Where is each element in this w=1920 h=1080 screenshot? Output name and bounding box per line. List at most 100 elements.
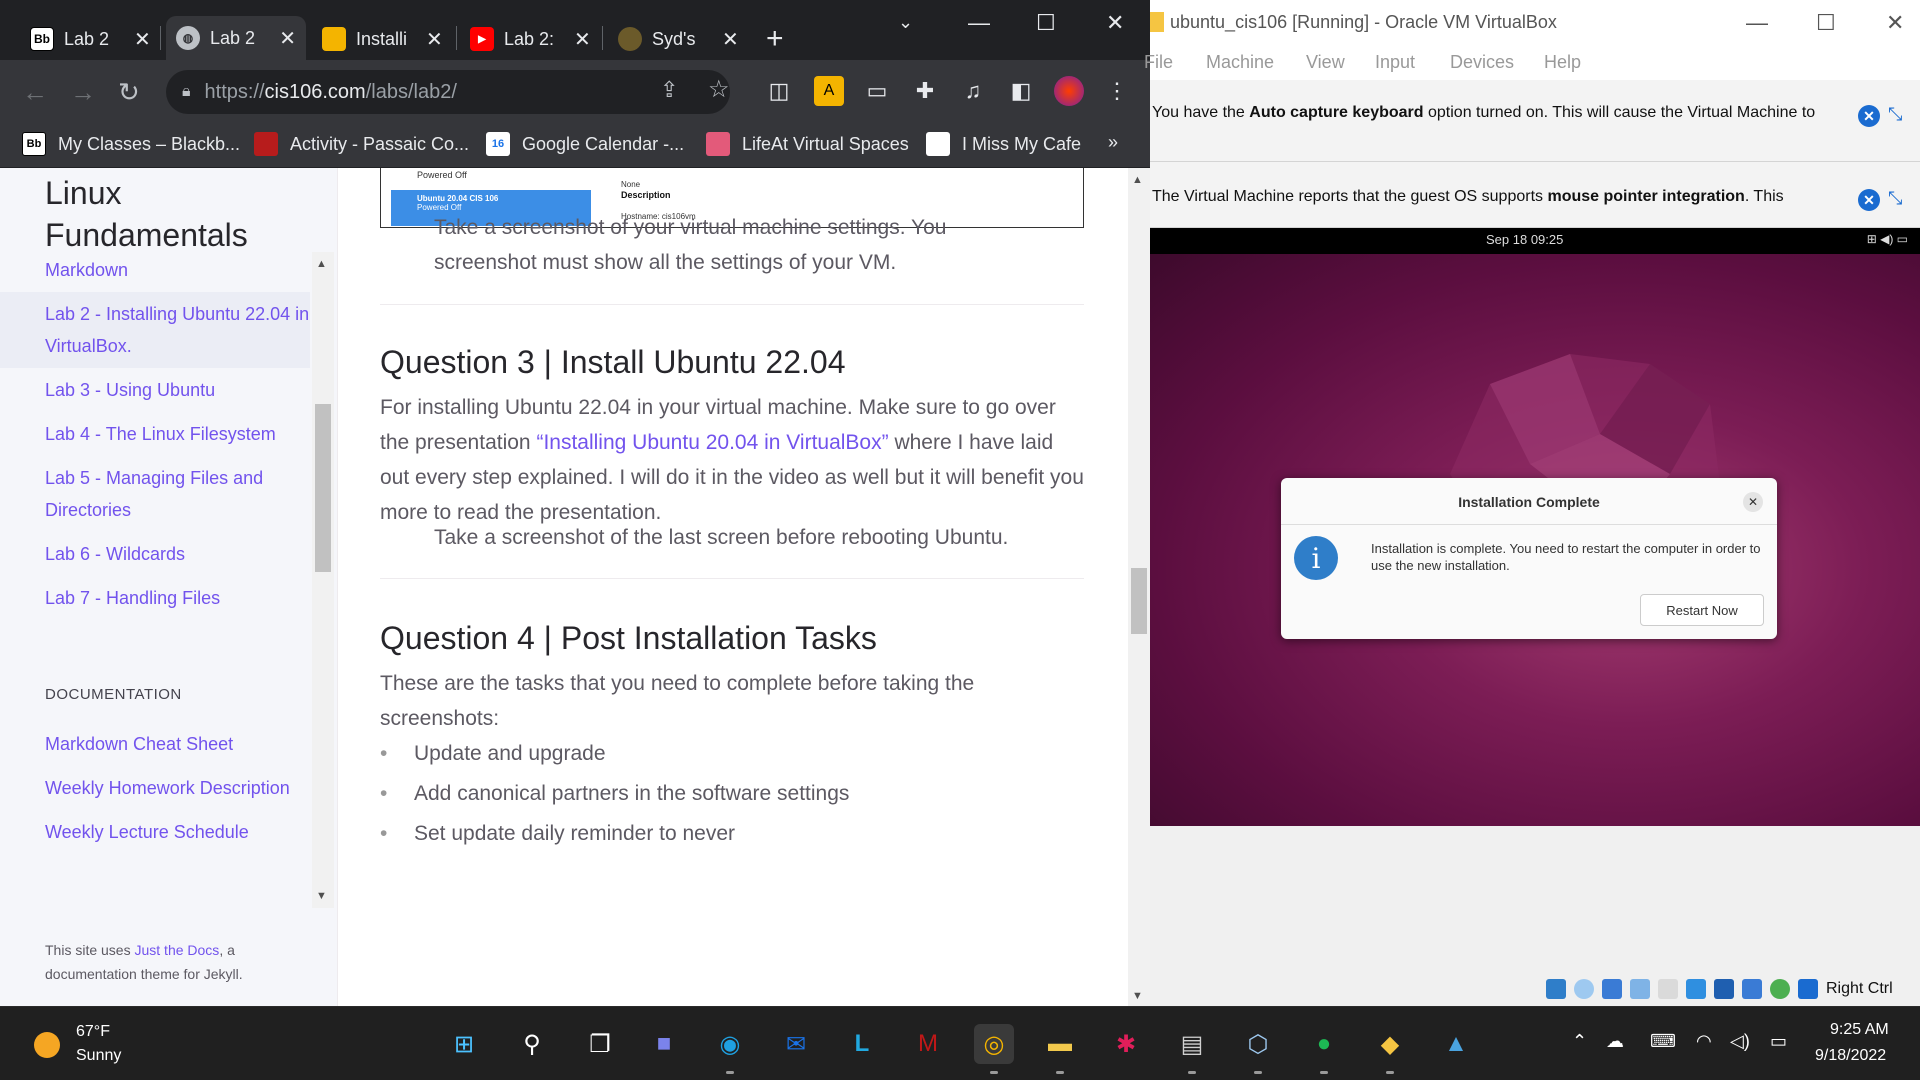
slack-icon[interactable]: ✱ [1106, 1024, 1146, 1064]
nav-item-lab4[interactable]: Lab 4 - The Linux Filesystem [0, 412, 310, 456]
weather-temperature[interactable]: 67°F [76, 1023, 110, 1041]
cast-icon[interactable]: ▭ [862, 76, 892, 106]
menu-devices[interactable]: Devices [1450, 52, 1514, 73]
usb-icon[interactable] [1658, 979, 1678, 999]
bookmarks-overflow-icon[interactable]: » [1108, 132, 1118, 153]
network-icon[interactable] [1630, 979, 1650, 999]
share-icon[interactable]: ⇪ [660, 74, 678, 106]
nav-item-lab7[interactable]: Lab 7 - Handling Files [0, 576, 310, 620]
close-icon[interactable]: ✕ [574, 27, 591, 52]
guest-system-tray[interactable]: ⊞ ◀) ▭ [1867, 232, 1908, 246]
nav-item-lab6[interactable]: Lab 6 - Wildcards [0, 532, 310, 576]
back-icon[interactable]: ← [22, 76, 48, 108]
extensions-icon[interactable]: ✚ [910, 76, 940, 106]
clock-time[interactable]: 9:25 AM [1830, 1021, 1889, 1039]
presentation-link[interactable]: “Installing Ubuntu 20.04 in VirtualBox” [536, 431, 888, 454]
spotify-icon[interactable]: ● [1304, 1024, 1344, 1074]
display-icon[interactable] [1714, 979, 1734, 999]
task-view-icon[interactable]: ❐ [580, 1024, 620, 1064]
search-icon[interactable]: ⚲ [512, 1024, 552, 1064]
mute-notice-icon[interactable]: ⤡ [1888, 188, 1902, 209]
bookmark-star-icon[interactable]: ☆ [708, 74, 730, 106]
lumin-icon[interactable]: L [842, 1024, 882, 1064]
guest-clock[interactable]: Sep 18 09:25 [1486, 232, 1563, 247]
vm-app-icon[interactable]: ◆ [1370, 1024, 1410, 1074]
volume-icon[interactable]: ◁) [1730, 1031, 1750, 1052]
scroll-up-icon[interactable]: ▲ [1132, 174, 1143, 186]
close-notice-icon[interactable]: ✕ [1858, 105, 1880, 127]
close-icon[interactable]: ✕ [134, 27, 151, 52]
site-title[interactable]: Linux Fundamentals [45, 172, 265, 256]
avatar[interactable] [1054, 76, 1084, 106]
media-icon[interactable]: ♫ [958, 76, 988, 106]
edge-icon[interactable]: ◉ [710, 1024, 750, 1074]
bookmark-item[interactable]: 16 Google Calendar -... [486, 132, 684, 156]
keyboard-icon[interactable]: ⌨ [1650, 1031, 1676, 1052]
nav-item-lab5[interactable]: Lab 5 - Managing Files and Directories [0, 456, 310, 532]
file-explorer-icon[interactable]: ▬ [1040, 1024, 1080, 1074]
minimize-icon[interactable]: — [1746, 10, 1768, 36]
notepad-icon[interactable]: ▤ [1172, 1024, 1212, 1074]
recording-icon[interactable] [1742, 979, 1762, 999]
wifi-icon[interactable]: ◠ [1696, 1031, 1712, 1052]
tab-4[interactable]: ▶ Lab 2: ✕ [460, 20, 601, 58]
scrollbar-thumb[interactable] [315, 404, 331, 572]
bookmark-item[interactable]: Bb My Classes – Blackb... [22, 132, 240, 156]
menu-help[interactable]: Help [1544, 52, 1581, 73]
address-bar[interactable]: 🔒︎ https://cis106.com/labs/lab2/ [166, 70, 730, 114]
scrollbar-thumb[interactable] [1131, 568, 1147, 634]
weather-condition[interactable]: Sunny [76, 1047, 121, 1065]
nav-item-markdown[interactable]: Markdown [0, 248, 310, 292]
mail-icon[interactable]: ✉ [776, 1024, 816, 1064]
photos-icon[interactable]: ▲ [1436, 1024, 1476, 1064]
restart-now-button[interactable]: Restart Now [1640, 594, 1764, 626]
guest-display[interactable]: Sep 18 09:25 ⊞ ◀) ▭ Installation Complet… [1150, 228, 1920, 826]
windows-start-icon[interactable]: ⊞ [444, 1024, 484, 1064]
scroll-up-icon[interactable]: ▲ [316, 258, 327, 270]
sidebar-scrollbar[interactable]: ▲ ▼ [312, 252, 334, 908]
side-panel-icon[interactable]: ◧ [1006, 76, 1036, 106]
scroll-down-icon[interactable]: ▼ [1132, 990, 1143, 1002]
menu-icon[interactable]: ⋮ [1102, 76, 1132, 106]
reload-icon[interactable]: ↻ [118, 76, 140, 108]
nav-item-lab3[interactable]: Lab 3 - Using Ubuntu [0, 368, 310, 412]
menu-input[interactable]: Input [1375, 52, 1415, 73]
close-icon[interactable]: ✕ [1743, 492, 1763, 512]
close-icon[interactable]: ✕ [426, 27, 443, 52]
nav-item-lab2[interactable]: Lab 2 - Installing Ubuntu 22.04 in Virtu… [0, 292, 310, 368]
close-window-icon[interactable]: ✕ [1106, 10, 1124, 36]
bookmark-item[interactable]: LifeAt Virtual Spaces [706, 132, 909, 156]
new-tab-icon[interactable]: + [766, 22, 784, 56]
minimize-icon[interactable]: — [968, 10, 990, 36]
tab-1[interactable]: Bb Lab 2 ✕ [20, 20, 161, 58]
virtualbox-icon[interactable]: ⬡ [1238, 1024, 1278, 1074]
close-notice-icon[interactable]: ✕ [1858, 189, 1880, 211]
menu-file[interactable]: File [1144, 52, 1173, 73]
clock-date[interactable]: 9/18/2022 [1815, 1047, 1886, 1065]
reader-icon[interactable]: ◫ [764, 76, 794, 106]
shared-folders-icon[interactable] [1686, 979, 1706, 999]
battery-icon[interactable]: ▭ [1770, 1031, 1787, 1052]
menu-view[interactable]: View [1306, 52, 1345, 73]
onedrive-icon[interactable]: ☁ [1606, 1031, 1624, 1052]
nav-item-lecture-schedule[interactable]: Weekly Lecture Schedule [0, 810, 310, 854]
tab-2[interactable]: ◍ Lab 2 ✕ [166, 16, 306, 60]
audio-icon[interactable] [1602, 979, 1622, 999]
chevron-up-icon[interactable]: ⌃ [1572, 1031, 1587, 1052]
teams-chat-icon[interactable]: ■ [644, 1024, 684, 1064]
nav-item-weekly-homework[interactable]: Weekly Homework Description [0, 766, 310, 810]
mute-notice-icon[interactable]: ⤡ [1888, 104, 1902, 125]
tab-search-icon[interactable]: ⌄ [898, 12, 913, 33]
tab-5[interactable]: Syd's ✕ [608, 20, 749, 58]
scroll-down-icon[interactable]: ▼ [316, 890, 327, 902]
forward-icon[interactable]: → [70, 76, 96, 108]
cpu-icon[interactable] [1770, 979, 1790, 999]
mcafee-icon[interactable]: M [908, 1024, 948, 1064]
close-icon[interactable]: ✕ [279, 26, 296, 51]
chrome-icon[interactable]: ◎ [974, 1024, 1014, 1074]
close-window-icon[interactable]: ✕ [1886, 10, 1904, 36]
page-scrollbar[interactable]: ▲ ▼ [1128, 168, 1150, 1006]
menu-machine[interactable]: Machine [1206, 52, 1274, 73]
optical-drive-icon[interactable] [1574, 979, 1594, 999]
sun-icon[interactable] [34, 1032, 60, 1058]
